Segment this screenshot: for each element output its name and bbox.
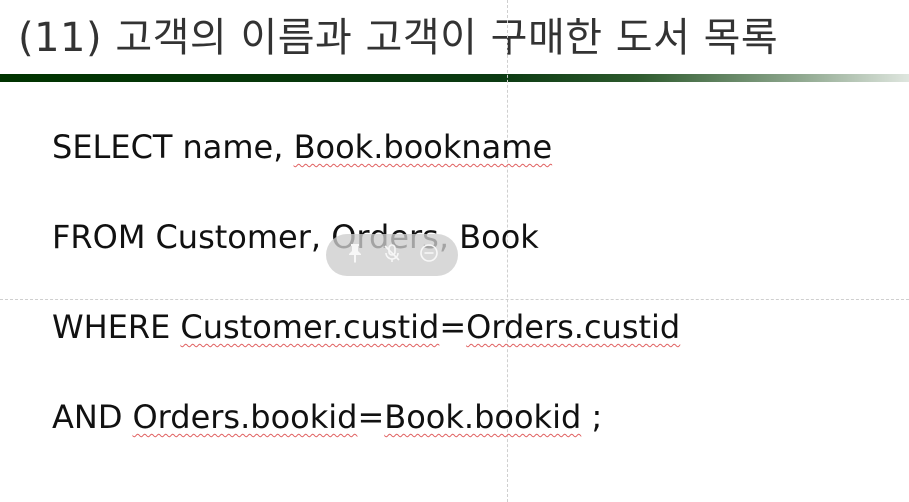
sql-equals: = xyxy=(439,308,467,346)
pin-button[interactable] xyxy=(341,241,369,269)
sql-keyword-and: AND xyxy=(52,398,123,436)
sql-line-from: FROMCustomer, Orders, Book xyxy=(52,217,539,257)
title-underline-bar xyxy=(0,74,909,82)
sql-terminator: ; xyxy=(591,398,603,436)
sql-line-select: SELECT name, Book.bookname xyxy=(52,127,552,167)
sql-line-where: WHERE Customer.custid=Orders.custid xyxy=(52,307,680,347)
sql-book-bookid: Book.bookid xyxy=(384,398,582,436)
sql-line-and: AND Orders.bookid=Book.bookid ; xyxy=(52,397,602,437)
mute-microphone-button[interactable] xyxy=(378,241,406,269)
minus-circle-icon xyxy=(419,243,439,268)
sql-column-bookname: Book.bookname xyxy=(293,128,553,166)
mute-microphone-icon xyxy=(382,243,402,268)
sql-keyword-from: FROM xyxy=(52,218,146,256)
slide-title: (11) 고객의 이름과 고객이 구매한 도서 목록 xyxy=(18,15,779,61)
horizontal-alignment-guide xyxy=(0,299,909,300)
pin-icon xyxy=(346,243,364,268)
floating-annotation-toolbar xyxy=(326,234,458,276)
sql-column-name: name, xyxy=(182,128,284,166)
sql-orders-bookid: Orders.bookid xyxy=(132,398,358,436)
minus-circle-button[interactable] xyxy=(415,241,443,269)
sql-equals: = xyxy=(357,398,385,436)
sql-keyword-where: WHERE xyxy=(52,308,171,346)
sql-orders-custid: Orders.custid xyxy=(466,308,681,346)
sql-keyword-select: SELECT xyxy=(52,128,173,166)
sql-customer-custid: Customer.custid xyxy=(180,308,440,346)
